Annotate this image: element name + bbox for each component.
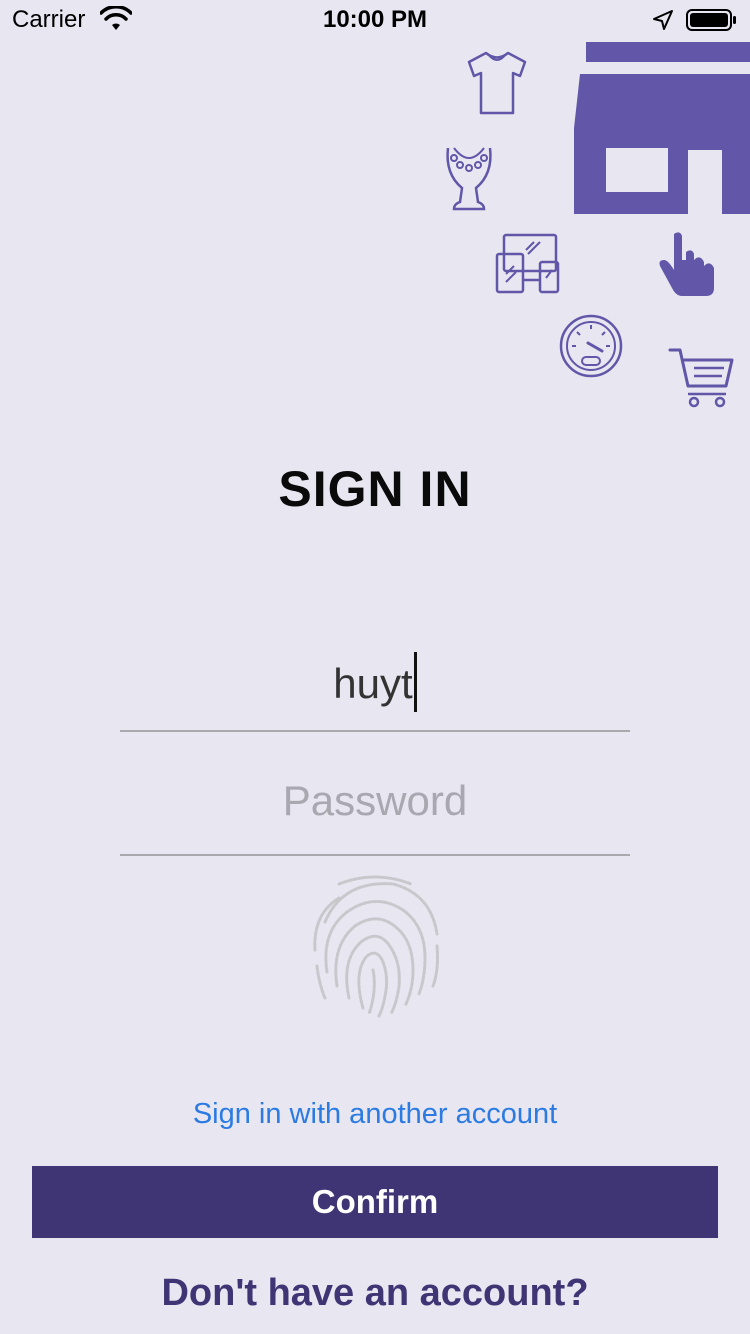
cart-icon	[668, 348, 734, 408]
status-bar: Carrier 10:00 PM	[0, 0, 750, 40]
tshirt-icon	[467, 51, 527, 115]
devices-icon	[495, 233, 560, 294]
page-title: SIGN IN	[278, 461, 472, 517]
fingerprint-icon[interactable]	[303, 874, 447, 1018]
sign-in-another-account-link[interactable]: Sign in with another account	[0, 1098, 750, 1131]
necklace-icon	[446, 147, 492, 211]
confirm-button[interactable]: Confirm	[32, 1166, 718, 1238]
password-placeholder: Password	[282, 777, 468, 824]
text-caret	[413, 652, 417, 712]
username-value: huyt	[333, 660, 413, 707]
register-link[interactable]: Don't have an account?	[0, 1272, 750, 1315]
store-icon	[574, 42, 750, 214]
clock: 10:00 PM	[322, 6, 428, 33]
location-arrow-icon	[653, 10, 673, 30]
battery-icon	[686, 9, 736, 31]
password-field[interactable]: Password	[120, 764, 630, 856]
username-field[interactable]: huyt	[120, 640, 630, 732]
speedometer-icon	[559, 314, 623, 378]
pointer-hand-icon	[659, 232, 714, 296]
